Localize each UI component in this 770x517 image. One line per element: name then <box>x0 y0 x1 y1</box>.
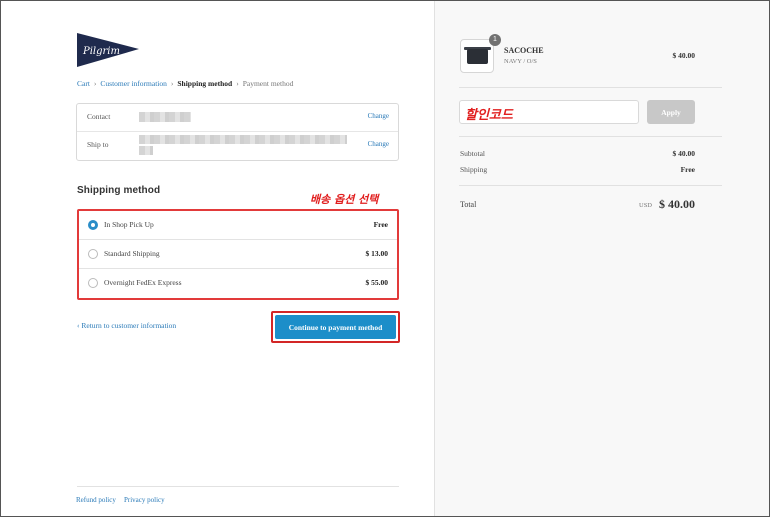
footer-divider <box>77 486 399 487</box>
contact-value-redacted <box>139 112 191 122</box>
shipping-method-title: Shipping method <box>77 185 161 196</box>
return-link-label: Return to customer information <box>81 321 177 330</box>
shipping-option-price: $ 55.00 <box>365 278 389 287</box>
checkout-main: Pilgrim Cart › Customer information › Shippi… <box>1 1 434 516</box>
bag-icon <box>467 49 488 64</box>
shipping-option-standard[interactable]: Standard Shipping $ 13.00 <box>79 240 397 269</box>
continue-button-highlight: Continue to payment method <box>271 311 400 343</box>
annotation-select-shipping: 배송 옵션 선택 <box>310 193 379 206</box>
breadcrumb-payment-method: Payment method <box>242 79 294 88</box>
logo-text: Pilgrim <box>82 46 120 57</box>
ship-to-value-redacted <box>139 146 153 155</box>
chevron-right-icon: › <box>93 79 97 88</box>
refund-policy-link[interactable]: Refund policy <box>76 496 116 504</box>
radio-button-selected[interactable] <box>88 220 98 230</box>
chevron-right-icon: › <box>170 79 174 88</box>
shipping-option-name: In Shop Pick Up <box>104 220 154 229</box>
shipping-option-name: Standard Shipping <box>104 249 160 258</box>
product-variant: NAVY / O/S <box>504 58 537 65</box>
product-name: SACOCHE <box>504 46 544 55</box>
shipping-option-price: $ 13.00 <box>365 249 389 258</box>
summary-divider <box>459 136 722 137</box>
summary-divider <box>459 87 722 88</box>
change-contact-link[interactable]: Change <box>368 112 389 120</box>
total-amount: $ 40.00 <box>659 197 695 211</box>
breadcrumb-customer-information[interactable]: Customer information <box>100 79 166 88</box>
subtotal-value: $ 40.00 <box>672 149 696 158</box>
total-currency: USD <box>639 202 653 209</box>
chevron-right-icon: › <box>236 79 239 88</box>
shipping-option-fedex[interactable]: Overnight FedEx Express $ 55.00 <box>79 269 397 298</box>
apply-discount-button[interactable]: Apply <box>647 100 695 124</box>
shipping-options: In Shop Pick Up Free Standard Shipping $… <box>77 209 399 300</box>
pilgrim-logo[interactable]: Pilgrim <box>75 31 141 69</box>
total-label: Total <box>460 200 477 209</box>
radio-button[interactable] <box>88 249 98 259</box>
breadcrumb-shipping-method: Shipping method <box>177 79 233 88</box>
breadcrumb: Cart › Customer information › Shipping metho… <box>77 79 293 88</box>
product-price: $ 40.00 <box>672 51 696 60</box>
annotation-discount-code: 할인코드 <box>465 108 513 123</box>
privacy-policy-link[interactable]: Privacy policy <box>124 496 165 504</box>
contact-row: Contact Change <box>77 104 398 132</box>
quantity-badge: 1 <box>489 34 501 46</box>
radio-button[interactable] <box>88 278 98 288</box>
ship-to-value-redacted <box>139 135 347 144</box>
summary-divider <box>459 185 722 186</box>
return-to-customer-info-link[interactable]: ‹ Return to customer information <box>77 321 176 330</box>
shipping-option-price: Free <box>373 220 388 229</box>
order-summary: 1 SACOCHE NAVY / O/S $ 40.00 할인코드 Apply … <box>434 1 769 516</box>
subtotal-label: Subtotal <box>460 149 486 158</box>
contact-label: Contact <box>87 112 111 121</box>
review-block: Contact Change Ship to Change <box>76 103 399 161</box>
continue-to-payment-button[interactable]: Continue to payment method <box>275 315 396 339</box>
ship-to-row: Ship to Change <box>77 132 398 160</box>
product-thumbnail <box>460 39 494 73</box>
shipping-value: Free <box>680 165 695 174</box>
shipping-label: Shipping <box>460 165 488 174</box>
ship-to-label: Ship to <box>87 140 109 149</box>
change-ship-to-link[interactable]: Change <box>368 140 389 148</box>
shipping-option-pickup[interactable]: In Shop Pick Up Free <box>79 211 397 240</box>
breadcrumb-cart[interactable]: Cart <box>77 79 90 88</box>
shipping-option-name: Overnight FedEx Express <box>104 278 182 287</box>
